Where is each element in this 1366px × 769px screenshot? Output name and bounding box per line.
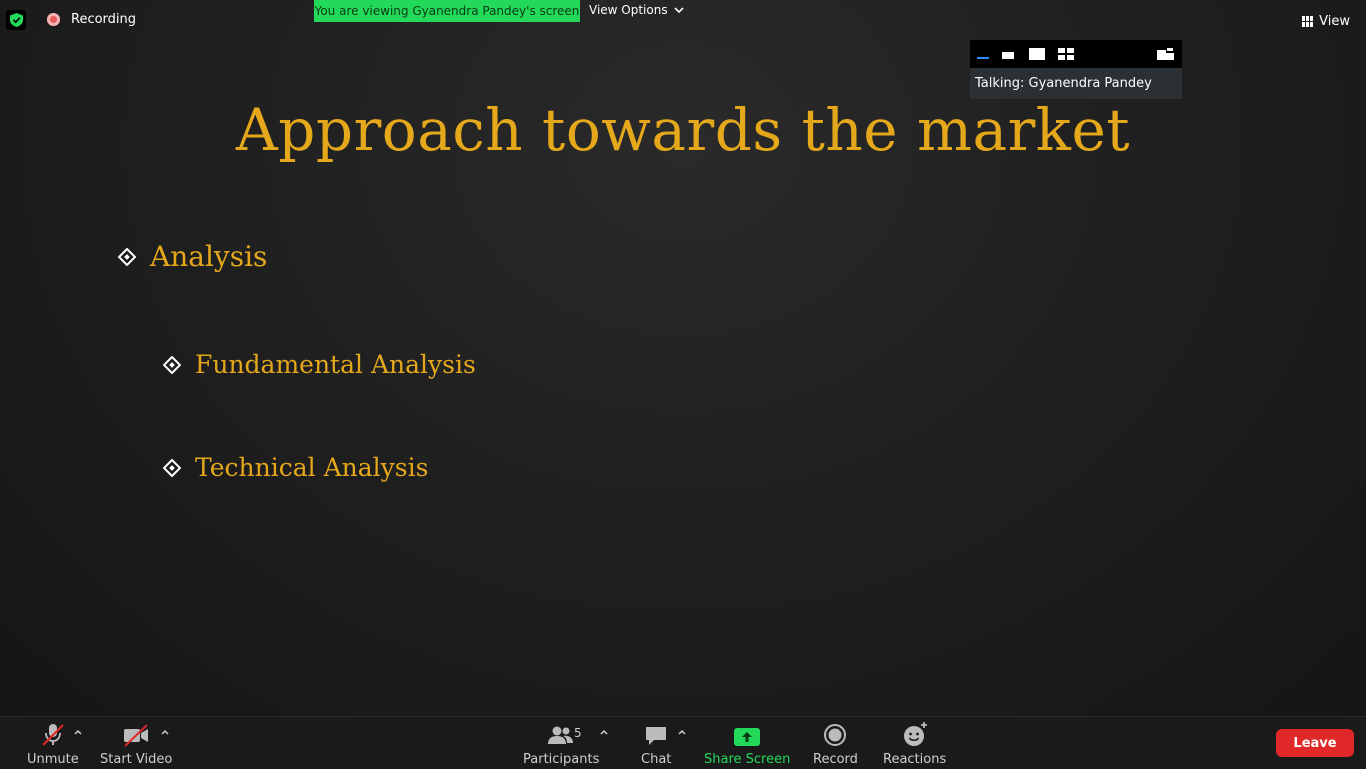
slide-bullet: Fundamental Analysis: [163, 350, 476, 379]
slide-title: Approach towards the market: [235, 96, 1131, 164]
participants-icon: [548, 726, 574, 744]
viewing-screen-banner: You are viewing Gyanendra Pandey's scree…: [314, 0, 580, 22]
diamond-bullet-icon: [118, 247, 136, 266]
record-label: Record: [813, 752, 858, 767]
share-screen-label: Share Screen: [704, 752, 791, 767]
participants-count: 5: [574, 726, 582, 740]
slide-bullet: Analysis: [118, 240, 267, 273]
hide-video-icon[interactable]: [1002, 52, 1014, 60]
chat-button[interactable]: Chat: [641, 723, 671, 767]
minimize-video-icon[interactable]: [977, 50, 989, 60]
chat-options-caret[interactable]: [678, 725, 686, 738]
shared-screen: Approach towards the market Analysis Fun…: [0, 0, 1366, 716]
chevron-up-icon: [600, 729, 608, 735]
reactions-label: Reactions: [883, 752, 947, 767]
view-options-label: View Options: [589, 3, 668, 17]
talking-indicator: Talking: Gyanendra Pandey: [970, 68, 1182, 99]
leave-button[interactable]: Leave: [1276, 729, 1354, 757]
chat-bubble-icon: [646, 727, 667, 745]
slide-bullet: Technical Analysis: [163, 453, 428, 482]
chevron-up-icon: [161, 729, 169, 735]
record-icon: [824, 724, 847, 746]
reactions-button[interactable]: Reactions: [883, 722, 947, 767]
video-camera-off-icon: [124, 724, 149, 747]
unmute-button[interactable]: Unmute: [27, 723, 79, 767]
video-options-caret[interactable]: [161, 725, 169, 738]
exit-minimized-icon[interactable]: [1157, 47, 1174, 60]
microphone-muted-icon: [42, 724, 64, 746]
chevron-down-icon: [674, 6, 684, 13]
diamond-bullet-icon: [163, 458, 181, 477]
audio-options-caret[interactable]: [74, 725, 82, 738]
participants-button[interactable]: Participants: [523, 723, 599, 767]
record-button[interactable]: Record: [813, 723, 858, 767]
grid-view-icon: [1302, 16, 1314, 27]
diamond-bullet-icon: [163, 355, 181, 374]
share-screen-icon: [734, 728, 761, 746]
chevron-up-icon: [74, 729, 82, 735]
reactions-smiley-icon: [903, 722, 927, 746]
participants-options-caret[interactable]: [600, 725, 608, 738]
bullet-text: Technical Analysis: [195, 453, 429, 482]
view-button[interactable]: View: [1302, 14, 1350, 29]
view-options-button[interactable]: View Options: [589, 3, 684, 17]
bullet-text: Fundamental Analysis: [195, 350, 476, 379]
recording-indicator[interactable]: Recording: [47, 12, 136, 27]
chevron-up-icon: [678, 729, 686, 735]
bullet-text: Analysis: [150, 240, 268, 273]
start-video-label: Start Video: [100, 752, 173, 767]
floating-video-panel: Talking: Gyanendra Pandey: [970, 40, 1182, 99]
chat-label: Chat: [641, 752, 672, 767]
participants-label: Participants: [523, 752, 600, 767]
share-screen-button[interactable]: Share Screen: [704, 723, 790, 767]
unmute-label: Unmute: [27, 752, 79, 767]
floating-panel-toolbar: [970, 40, 1182, 68]
recording-dot-icon: [47, 13, 60, 26]
view-label: View: [1319, 14, 1350, 29]
gallery-view-icon[interactable]: [1058, 48, 1074, 60]
meeting-toolbar: Unmute Start Video Participants 5 Chat S…: [0, 716, 1366, 769]
speaker-view-icon[interactable]: [1029, 48, 1045, 60]
recording-label: Recording: [71, 12, 137, 27]
encryption-shield-icon[interactable]: [6, 10, 26, 30]
